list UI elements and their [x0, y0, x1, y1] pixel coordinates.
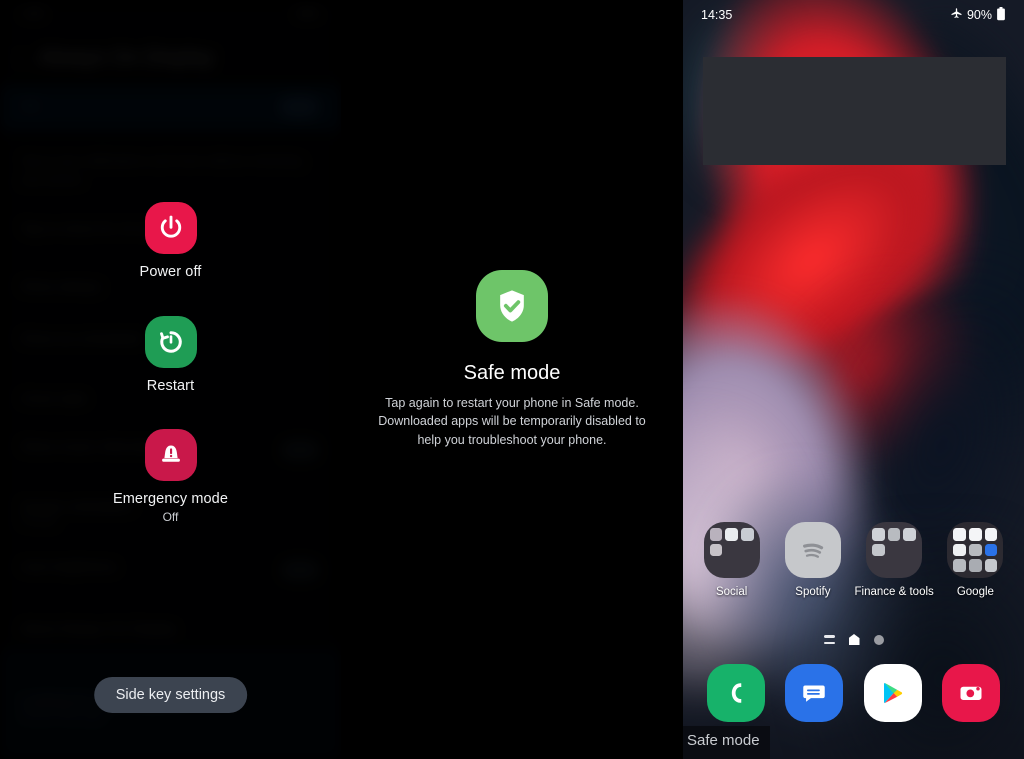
- camera-icon[interactable]: [941, 664, 1000, 722]
- power-off-label: Power off: [139, 264, 202, 280]
- app-label: Spotify: [795, 586, 831, 598]
- app-label: Google: [956, 586, 994, 598]
- app-item-finance-tools[interactable]: Finance & tools: [854, 522, 934, 598]
- restart-icon: [144, 316, 197, 368]
- emergency-mode-button[interactable]: Emergency mode Off: [0, 429, 341, 524]
- restart-label: Restart: [146, 378, 195, 394]
- home-page-icon[interactable]: [848, 634, 860, 645]
- safe-mode-content: Safe mode Tap again to restart your phon…: [367, 270, 657, 448]
- dock: [683, 664, 1024, 722]
- app-row: Social Spotify Finance & tools Google: [683, 522, 1024, 598]
- phone-icon[interactable]: [707, 664, 766, 722]
- airplane-icon: [950, 7, 963, 23]
- power-off-button[interactable]: Power off: [0, 202, 341, 280]
- safe-mode-title: Safe mode: [463, 362, 561, 385]
- app-item-social[interactable]: Social: [695, 522, 769, 598]
- side-key-settings-button[interactable]: Side key settings: [93, 677, 248, 713]
- list-page-icon[interactable]: [823, 635, 835, 644]
- app-label: Social: [715, 586, 748, 598]
- battery-icon: [996, 6, 1006, 24]
- app-item-google[interactable]: Google: [938, 522, 1012, 598]
- app-label: Finance & tools: [854, 586, 934, 598]
- finance-tools-folder-icon: [866, 522, 923, 578]
- safe-mode-panel: Safe mode Tap again to restart your phon…: [341, 0, 683, 759]
- status-right-group: 90%: [950, 6, 1006, 24]
- spotify-icon: [784, 522, 841, 578]
- power-menu-options: Power off Restart Emergency mode Off Sid…: [0, 0, 341, 759]
- power-icon: [144, 202, 197, 254]
- power-menu-panel: 4:35 90% ‹ Always On Display On Tap to s…: [0, 0, 341, 759]
- widget-placeholder[interactable]: [703, 57, 1006, 165]
- messages-icon[interactable]: [785, 664, 844, 722]
- emergency-mode-status: Off: [162, 510, 179, 524]
- google-folder-icon: [947, 522, 1004, 578]
- emergency-icon: [144, 429, 197, 481]
- social-folder-icon: [703, 522, 760, 578]
- status-time: 14:35: [701, 8, 733, 22]
- shield-check-icon: [476, 270, 548, 343]
- app-item-spotify[interactable]: Spotify: [776, 522, 850, 598]
- emergency-mode-label: Emergency mode: [112, 491, 229, 507]
- restart-button[interactable]: Restart: [0, 316, 341, 394]
- page-indicator: [683, 634, 1024, 645]
- screenshot-stage: 4:35 90% ‹ Always On Display On Tap to s…: [0, 0, 1024, 759]
- safe-mode-toast: Safe mode: [683, 726, 770, 759]
- dot-page-icon[interactable]: [873, 634, 884, 645]
- battery-percent: 90%: [966, 8, 992, 22]
- home-status-bar: 14:35 90%: [683, 0, 1024, 30]
- safe-mode-description: Tap again to restart your phone in Safe …: [378, 396, 646, 447]
- play-store-icon[interactable]: [863, 664, 922, 722]
- home-screen-panel: 14:35 90% Social Spotify Finance & tools…: [683, 0, 1024, 759]
